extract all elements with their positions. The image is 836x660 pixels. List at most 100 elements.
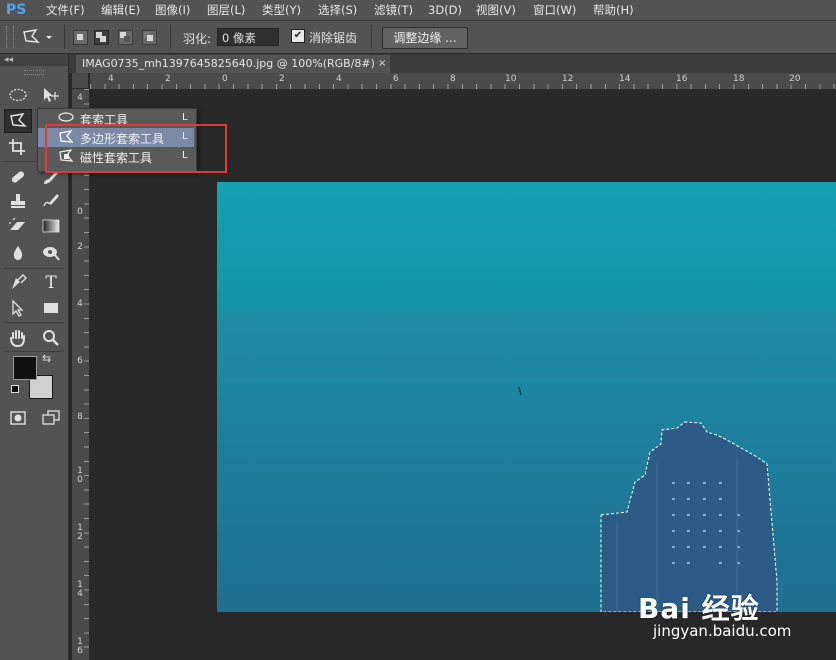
ruler-label: 2 bbox=[77, 242, 83, 252]
ruler-label: 2 bbox=[279, 74, 285, 84]
new-selection-button[interactable] bbox=[73, 30, 88, 45]
ruler-label: 14 bbox=[619, 74, 631, 84]
marquee-tool[interactable] bbox=[5, 84, 31, 106]
options-separator bbox=[64, 25, 65, 49]
menu-edit[interactable]: 编辑(E) bbox=[101, 0, 140, 20]
bandage-icon bbox=[11, 171, 25, 183]
lasso-tool[interactable] bbox=[4, 109, 32, 133]
magnifier-icon bbox=[43, 330, 59, 346]
rectangle-icon bbox=[44, 303, 58, 313]
add-to-selection-button[interactable] bbox=[94, 30, 109, 45]
hand-icon bbox=[10, 330, 25, 347]
ruler-label: 16 bbox=[676, 74, 688, 84]
history-brush-tool[interactable] bbox=[38, 190, 64, 212]
zoom-tool[interactable] bbox=[38, 327, 64, 349]
ruler-label: 4 bbox=[77, 299, 83, 309]
collapse-panel-icon[interactable]: ◂◂ bbox=[4, 54, 13, 66]
tools-separator bbox=[4, 322, 64, 323]
ruler-label: 4 bbox=[108, 74, 114, 84]
ruler-label: 18 bbox=[733, 74, 745, 84]
default-colors-icon[interactable] bbox=[11, 385, 19, 393]
photo-content bbox=[217, 312, 836, 612]
history-brush-icon bbox=[43, 194, 59, 207]
ruler-label: 1 4 bbox=[77, 580, 83, 599]
screen-mode-button[interactable] bbox=[38, 407, 64, 429]
menu-window[interactable]: 窗口(W) bbox=[533, 0, 576, 20]
menu-file[interactable]: 文件(F) bbox=[46, 0, 85, 20]
document-tab[interactable]: IMAG0735_mh1397645825640.jpg @ 100%(RGB/… bbox=[76, 55, 390, 73]
menu-image[interactable]: 图像(I) bbox=[155, 0, 190, 20]
rectangle-tool[interactable] bbox=[38, 297, 64, 319]
menu-type[interactable]: 类型(Y) bbox=[262, 0, 301, 20]
tools-panel-grip[interactable] bbox=[24, 70, 44, 75]
ruler-label: 0 bbox=[222, 74, 228, 84]
watermark-url: jingyan.baidu.com bbox=[653, 622, 792, 640]
quick-mask-button[interactable] bbox=[5, 407, 31, 429]
hand-tool[interactable] bbox=[5, 327, 31, 349]
path-arrow-icon bbox=[12, 299, 24, 317]
tools-separator bbox=[4, 351, 64, 352]
ruler-label: 8 bbox=[77, 412, 83, 422]
ruler-ticks bbox=[90, 84, 836, 89]
ruler-label: 2 bbox=[165, 74, 171, 84]
menu-filter[interactable]: 滤镜(T) bbox=[374, 0, 413, 20]
eraser-icon bbox=[9, 217, 25, 230]
ruler-label: 1 6 bbox=[77, 637, 83, 656]
screen-mode-icon bbox=[42, 410, 60, 425]
ruler-label: 0 bbox=[77, 207, 83, 217]
ruler-origin[interactable] bbox=[72, 73, 89, 89]
ruler-label: 6 bbox=[77, 356, 83, 366]
gradient-icon bbox=[42, 219, 60, 233]
type-tool[interactable]: T bbox=[38, 272, 64, 294]
menu-help[interactable]: 帮助(H) bbox=[593, 0, 634, 20]
tools-separator bbox=[4, 268, 64, 269]
gradient-tool[interactable] bbox=[38, 215, 64, 237]
intersect-selection-button[interactable] bbox=[142, 30, 157, 45]
options-separator bbox=[170, 25, 171, 49]
crop-tool[interactable] bbox=[5, 136, 31, 158]
ruler-label: 10 bbox=[505, 74, 517, 84]
refine-edge-button[interactable]: 调整边缘 ... bbox=[382, 27, 468, 49]
dodge-tool[interactable] bbox=[38, 242, 64, 264]
feather-input[interactable]: 0 像素 bbox=[217, 28, 279, 46]
elliptical-marquee-icon bbox=[9, 88, 27, 102]
ruler-label: 1 2 bbox=[77, 523, 83, 542]
healing-brush-tool[interactable] bbox=[5, 166, 31, 188]
close-tab-icon[interactable]: × bbox=[378, 55, 386, 73]
swap-colors-icon[interactable]: ⇆ bbox=[42, 352, 51, 365]
flyout-shortcut: L bbox=[182, 112, 188, 123]
ruler-label: 4 bbox=[77, 93, 83, 103]
subtract-from-selection-button[interactable] bbox=[118, 30, 133, 45]
ruler-label: 12 bbox=[562, 74, 574, 84]
image-canvas[interactable] bbox=[217, 182, 836, 612]
foreground-color-swatch[interactable] bbox=[13, 356, 37, 380]
path-selection-tool[interactable] bbox=[5, 297, 31, 319]
stamp-icon bbox=[11, 194, 25, 208]
polygonal-lasso-icon bbox=[10, 113, 27, 127]
antialias-checkbox[interactable]: ✔ bbox=[291, 29, 305, 43]
menu-layer[interactable]: 图层(L) bbox=[207, 0, 245, 20]
crop-icon bbox=[9, 139, 25, 155]
pen-icon bbox=[12, 274, 27, 289]
antialias-label: 消除锯齿 bbox=[309, 31, 358, 45]
menu-3d[interactable]: 3D(D) bbox=[428, 0, 462, 20]
photoshop-logo: PS bbox=[6, 2, 27, 18]
options-grip[interactable] bbox=[6, 26, 14, 48]
quick-mask-icon bbox=[10, 411, 26, 425]
pen-tool[interactable] bbox=[5, 272, 31, 294]
ruler-label: 1 0 bbox=[77, 466, 83, 485]
options-separator bbox=[371, 25, 372, 49]
feather-label: 羽化: bbox=[183, 32, 212, 46]
eraser-tool[interactable] bbox=[5, 215, 31, 237]
highlight-annotation-box bbox=[45, 124, 227, 173]
polygonal-lasso-icon bbox=[23, 29, 52, 43]
dodge-icon bbox=[43, 247, 60, 261]
blur-tool[interactable] bbox=[5, 242, 31, 264]
ruler-ticks bbox=[84, 89, 89, 660]
move-icon bbox=[44, 88, 59, 102]
menu-select[interactable]: 选择(S) bbox=[318, 0, 357, 20]
move-tool[interactable] bbox=[38, 84, 64, 106]
menu-view[interactable]: 视图(V) bbox=[476, 0, 516, 20]
clone-stamp-tool[interactable] bbox=[5, 190, 31, 212]
tool-preset-picker[interactable] bbox=[20, 27, 56, 47]
